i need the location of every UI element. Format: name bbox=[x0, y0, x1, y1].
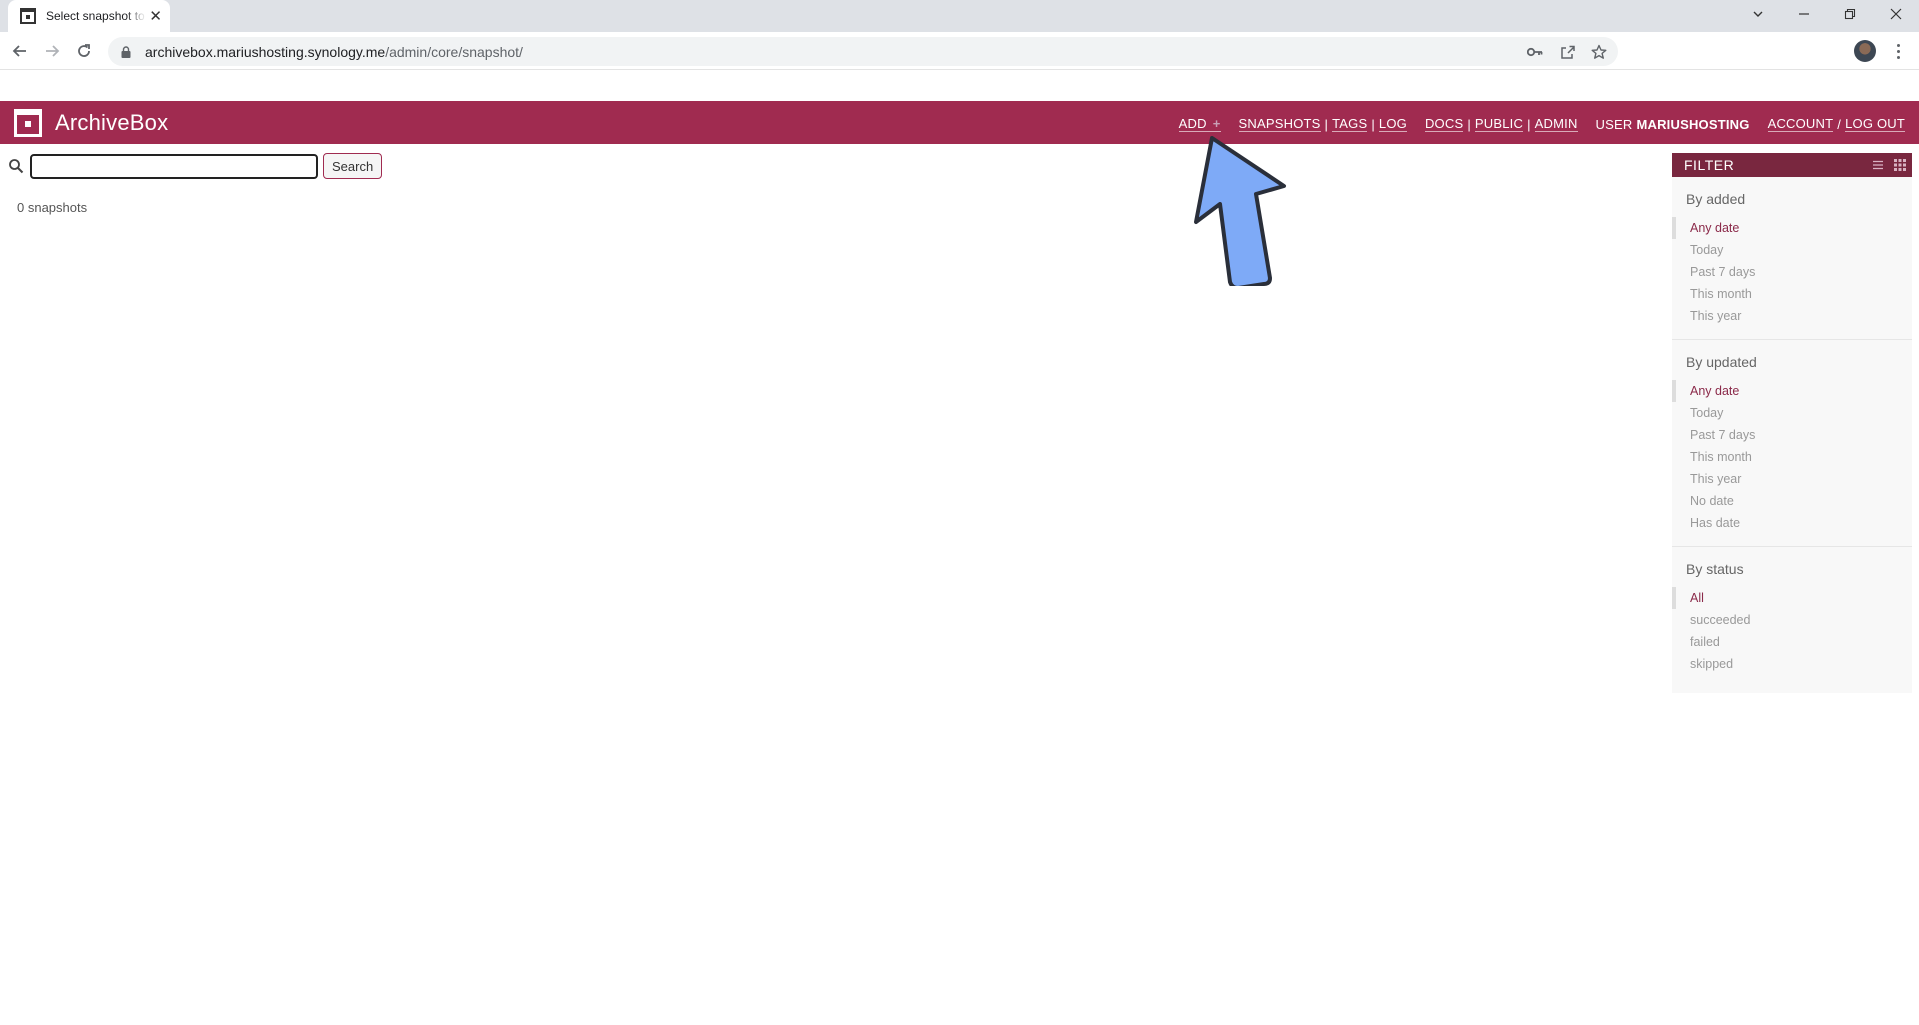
browser-menu-icon[interactable] bbox=[1889, 40, 1907, 62]
nav-public-link[interactable]: PUBLIC bbox=[1474, 116, 1524, 132]
reload-icon[interactable] bbox=[70, 38, 98, 64]
list-view-icon[interactable] bbox=[1872, 158, 1884, 174]
filter-group: By updated Any date Today Past 7 days This m… bbox=[1672, 340, 1912, 547]
filter-option[interactable]: Has date bbox=[1672, 512, 1912, 534]
tab-search-icon[interactable] bbox=[1735, 0, 1781, 28]
nav-log-link[interactable]: LOG bbox=[1378, 116, 1407, 132]
filter-option[interactable]: Past 7 days bbox=[1672, 261, 1912, 283]
filter-panel: FILTER By added Any date Today Past 7 days T… bbox=[1672, 153, 1912, 693]
filter-option[interactable]: This month bbox=[1672, 283, 1912, 305]
minimize-icon[interactable] bbox=[1781, 0, 1827, 28]
browser-tabstrip: Select snapshot to change ✕ bbox=[0, 0, 1919, 32]
back-icon[interactable] bbox=[6, 38, 34, 64]
restore-icon[interactable] bbox=[1827, 0, 1873, 28]
filter-option[interactable]: Any date bbox=[1672, 217, 1912, 239]
forward-icon[interactable] bbox=[38, 38, 66, 64]
filter-title: FILTER bbox=[1684, 157, 1735, 173]
filter-option[interactable]: Past 7 days bbox=[1672, 424, 1912, 446]
nav-add-link[interactable]: ADD + bbox=[1178, 116, 1221, 132]
nav-account-link[interactable]: ACCOUNT bbox=[1767, 116, 1834, 132]
profile-avatar[interactable] bbox=[1854, 40, 1876, 62]
filter-option[interactable]: All bbox=[1672, 587, 1912, 609]
tab-close-icon[interactable]: ✕ bbox=[149, 9, 162, 24]
app-header: ArchiveBox ADD + SNAPSHOTS | TAGS | LOG D… bbox=[0, 101, 1919, 144]
search-icon bbox=[8, 158, 24, 174]
pointer-arrow-icon bbox=[1194, 136, 1286, 286]
search-button[interactable]: Search bbox=[323, 153, 383, 179]
filter-groups: By added Any date Today Past 7 days This mon… bbox=[1672, 177, 1912, 687]
browser-tab[interactable]: Select snapshot to change ✕ bbox=[8, 0, 170, 32]
filter-option[interactable]: This year bbox=[1672, 468, 1912, 490]
filter-option[interactable]: Any date bbox=[1672, 380, 1912, 402]
search-bar: Search bbox=[8, 153, 383, 179]
tab-title: Select snapshot to change bbox=[46, 9, 146, 23]
nav-admin-link[interactable]: ADMIN bbox=[1534, 116, 1578, 132]
filter-option[interactable]: Today bbox=[1672, 239, 1912, 261]
share-icon[interactable] bbox=[1559, 43, 1577, 61]
nav-docs-link[interactable]: DOCS bbox=[1424, 116, 1464, 132]
brand[interactable]: ArchiveBox bbox=[14, 109, 168, 137]
close-window-icon[interactable] bbox=[1873, 0, 1919, 28]
archivebox-logo-icon bbox=[14, 109, 42, 137]
filter-group: By added Any date Today Past 7 days This mon… bbox=[1672, 177, 1912, 340]
filter-option[interactable]: This year bbox=[1672, 305, 1912, 327]
filter-group-title: By updated bbox=[1686, 354, 1757, 370]
result-count: 0 snapshots bbox=[17, 200, 88, 215]
filter-group: By status All succeeded failed skipped bbox=[1672, 547, 1912, 687]
archivebox-favicon-icon bbox=[20, 8, 36, 24]
filter-header: FILTER bbox=[1672, 153, 1912, 177]
username: MARIUSHOSTING bbox=[1636, 116, 1750, 132]
nav-logout-link[interactable]: LOG OUT bbox=[1845, 116, 1905, 132]
brand-name: ArchiveBox bbox=[55, 110, 169, 135]
top-nav: ADD + SNAPSHOTS | TAGS | LOG DOCS | PUBLI… bbox=[1178, 116, 1905, 132]
filter-option[interactable]: This month bbox=[1672, 446, 1912, 468]
nav-tags-link[interactable]: TAGS bbox=[1332, 116, 1368, 132]
filter-option[interactable]: skipped bbox=[1672, 653, 1912, 675]
address-bar[interactable]: archivebox.mariushosting.synology.me/adm… bbox=[108, 37, 1618, 66]
nav-snapshots-link[interactable]: SNAPSHOTS bbox=[1238, 116, 1321, 132]
filter-option[interactable]: Today bbox=[1672, 402, 1912, 424]
url-text: archivebox.mariushosting.synology.me/adm… bbox=[145, 43, 523, 60]
filter-option[interactable]: No date bbox=[1672, 490, 1912, 512]
grid-view-icon[interactable] bbox=[1894, 158, 1906, 174]
browser-toolbar: archivebox.mariushosting.synology.me/adm… bbox=[0, 32, 1919, 70]
user-label: USER bbox=[1595, 116, 1633, 132]
key-icon[interactable] bbox=[1526, 43, 1544, 61]
add-plus-icon: + bbox=[1212, 116, 1221, 131]
search-input[interactable] bbox=[30, 153, 318, 179]
lock-icon[interactable] bbox=[120, 45, 132, 59]
filter-group-title: By status bbox=[1686, 561, 1744, 577]
filter-option[interactable]: failed bbox=[1672, 631, 1912, 653]
filter-group-title: By added bbox=[1686, 191, 1746, 207]
bookmark-star-icon[interactable] bbox=[1590, 43, 1608, 61]
filter-option[interactable]: succeeded bbox=[1672, 609, 1912, 631]
